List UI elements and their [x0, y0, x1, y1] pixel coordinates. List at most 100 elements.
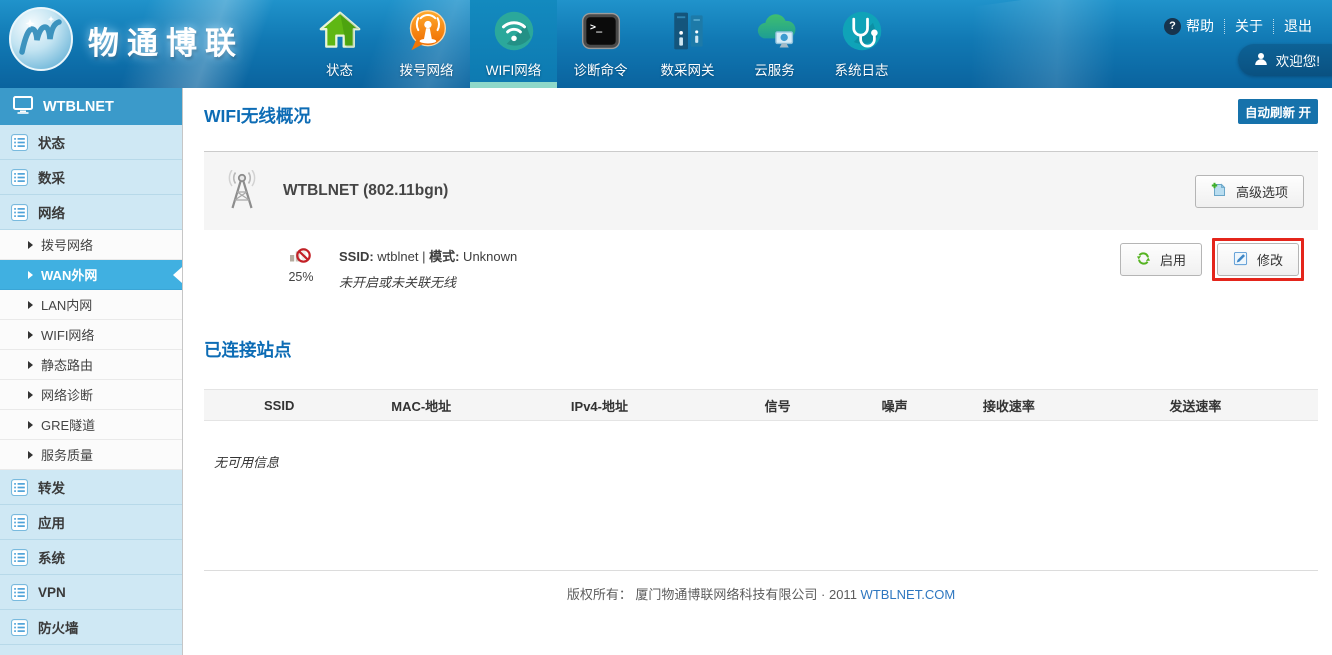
list-icon	[11, 619, 28, 636]
copyright-text: 版权所有： 厦门物通博联网络科技有限公司 · 2011	[567, 587, 861, 602]
ssid-value: wtblnet	[374, 249, 422, 264]
caret-right-icon	[28, 331, 33, 339]
sidebar-item-status[interactable]: 状态	[0, 125, 182, 160]
sidebar-item-qos[interactable]: 服务质量	[0, 440, 182, 470]
wifi-status-row: 25% SSID: wtblnet | 模式: Unknown 未开启或未关联无…	[204, 230, 1318, 309]
page-footer: 版权所有： 厦门物通博联网络科技有限公司 · 2011 WTBLNET.COM	[204, 570, 1318, 655]
brand-logo: 物通博联	[8, 6, 244, 75]
nav-tab-diagnostic-command[interactable]: >_ 诊断命令	[557, 0, 644, 88]
modify-button[interactable]: 修改	[1217, 243, 1299, 276]
gateway-icon	[665, 8, 711, 54]
nav-label: 系统日志	[835, 59, 889, 79]
page-plus-icon	[1211, 182, 1227, 201]
logout-link[interactable]: 退出	[1274, 16, 1322, 36]
logs-icon	[839, 8, 885, 54]
col-ssid: SSID	[204, 390, 354, 421]
nav-tab-cloud-service[interactable]: 云服务	[731, 0, 818, 88]
sidebar-item-label: WIFI网络	[41, 325, 94, 344]
modify-label: 修改	[1257, 250, 1283, 269]
col-noise: 噪声	[845, 390, 945, 421]
nav-label: 拨号网络	[400, 59, 454, 79]
main-nav: 状态 拨号网络	[296, 0, 905, 88]
sidebar-device-header[interactable]: WTBLNET	[0, 88, 182, 125]
caret-right-icon	[28, 391, 33, 399]
user-icon	[1254, 52, 1268, 69]
sidebar: WTBLNET 状态 数采 网络 拨号网络 WAN外网 LAN内网 WIF	[0, 88, 183, 655]
advanced-options-button[interactable]: 高级选项	[1195, 175, 1304, 208]
sidebar-item-label: 网络	[38, 202, 65, 222]
antenna-icon	[224, 170, 260, 213]
wifi-icon	[491, 8, 537, 54]
sidebar-item-vpn[interactable]: VPN	[0, 575, 182, 610]
svg-text:>_: >_	[590, 22, 603, 33]
list-icon	[11, 204, 28, 221]
sidebar-item-system[interactable]: 系统	[0, 540, 182, 575]
ssid-mode-line: SSID: wtblnet | 模式: Unknown	[339, 246, 517, 265]
sidebar-item-network-diagnosis[interactable]: 网络诊断	[0, 380, 182, 410]
sidebar-item-wifi-network[interactable]: WIFI网络	[0, 320, 182, 350]
caret-right-icon	[28, 271, 33, 279]
sidebar-item-label: 系统	[38, 547, 65, 567]
cloud-icon	[752, 8, 798, 54]
mode-value: Unknown	[459, 249, 517, 264]
brand-name: 物通博联	[88, 18, 244, 63]
sidebar-item-application[interactable]: 应用	[0, 505, 182, 540]
nav-label: WIFI网络	[486, 59, 542, 79]
sidebar-partial-row	[0, 645, 182, 655]
sidebar-item-data-acquisition[interactable]: 数采	[0, 160, 182, 195]
col-mac: MAC-地址	[354, 390, 488, 421]
sidebar-item-network[interactable]: 网络	[0, 195, 182, 230]
nav-tab-wifi-network[interactable]: WIFI网络	[470, 0, 557, 88]
caret-right-icon	[28, 451, 33, 459]
auto-refresh-toggle[interactable]: 自动刷新 开	[1238, 99, 1318, 124]
nav-label: 云服务	[754, 59, 795, 79]
ssid-label: SSID:	[339, 249, 374, 264]
terminal-icon: >_	[578, 8, 624, 54]
signal-disabled-icon	[289, 243, 313, 267]
about-link[interactable]: 关于	[1225, 16, 1273, 36]
sidebar-item-label: 网络诊断	[41, 385, 93, 404]
home-icon	[317, 8, 363, 54]
welcome-button[interactable]: 欢迎您!	[1238, 44, 1332, 76]
sidebar-item-label: VPN	[38, 585, 66, 600]
nav-tab-system-log[interactable]: 系统日志	[818, 0, 905, 88]
footer-link[interactable]: WTBLNET.COM	[861, 587, 956, 602]
col-tx-rate: 发送速率	[1073, 390, 1318, 421]
sidebar-item-dial-network[interactable]: 拨号网络	[0, 230, 182, 260]
sidebar-item-firewall[interactable]: 防火墙	[0, 610, 182, 645]
caret-right-icon	[28, 301, 33, 309]
sidebar-item-label: 防火墙	[38, 617, 79, 637]
nav-label: 诊断命令	[574, 59, 628, 79]
sidebar-item-label: 应用	[38, 512, 65, 532]
refresh-icon	[1136, 251, 1151, 269]
wifi-status-text: 未开启或未关联无线	[339, 272, 517, 291]
sidebar-item-lan[interactable]: LAN内网	[0, 290, 182, 320]
table-header-row: SSID MAC-地址 IPv4-地址 信号 噪声 接收速率 发送速率	[204, 390, 1318, 421]
sidebar-item-forwarding[interactable]: 转发	[0, 470, 182, 505]
sidebar-item-gre-tunnel[interactable]: GRE隧道	[0, 410, 182, 440]
sidebar-item-label: 数采	[38, 167, 65, 187]
enable-button[interactable]: 启用	[1120, 243, 1202, 276]
nav-tab-dial-network[interactable]: 拨号网络	[383, 0, 470, 88]
col-signal: 信号	[711, 390, 845, 421]
monitor-icon	[13, 96, 33, 118]
about-label: 关于	[1235, 16, 1263, 36]
sidebar-item-wan[interactable]: WAN外网	[0, 260, 182, 290]
sidebar-item-static-route[interactable]: 静态路由	[0, 350, 182, 380]
col-rx-rate: 接收速率	[945, 390, 1073, 421]
signal-percent: 25%	[288, 270, 313, 284]
list-icon	[11, 169, 28, 186]
caret-right-icon	[28, 241, 33, 249]
top-links: ? 帮助 关于 退出	[1154, 16, 1322, 36]
device-name: WTBLNET	[43, 99, 114, 115]
help-link[interactable]: ? 帮助	[1154, 16, 1224, 36]
caret-right-icon	[28, 421, 33, 429]
advanced-options-label: 高级选项	[1236, 182, 1288, 201]
nav-tab-data-gateway[interactable]: 数采网关	[644, 0, 731, 88]
sidebar-item-label: LAN内网	[41, 295, 92, 314]
nav-tab-status[interactable]: 状态	[296, 0, 383, 88]
list-icon	[11, 584, 28, 601]
mode-label: 模式:	[429, 249, 459, 264]
logout-label: 退出	[1284, 16, 1312, 36]
sidebar-item-label: GRE隧道	[41, 415, 95, 434]
